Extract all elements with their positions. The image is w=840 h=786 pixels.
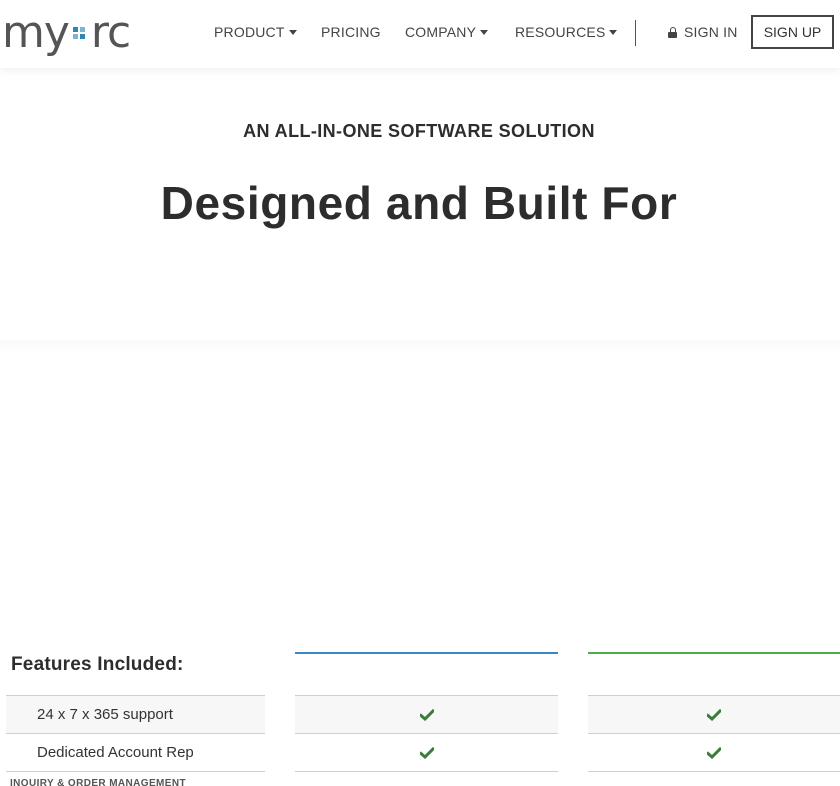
feature-section-header: INQUIRY & ORDER MANAGEMENT [6, 771, 265, 786]
plan-b-cell [588, 733, 840, 771]
logo-mark-icon [72, 27, 85, 39]
logo-text-right: rc [90, 7, 131, 58]
feature-label: Dedicated Account Rep [37, 744, 194, 761]
sign-in-link[interactable]: SIGN IN [668, 24, 738, 40]
check-icon [707, 708, 721, 721]
plan-a-top-border [295, 652, 558, 654]
feature-section-label: INQUIRY & ORDER MANAGEMENT [10, 778, 186, 786]
features-label-column: 24 x 7 x 365 support Dedicated Account R… [6, 695, 265, 786]
features-heading: Features Included: [11, 654, 184, 675]
nav-company[interactable]: COMPANY [405, 24, 489, 40]
nav-company-label: COMPANY [405, 24, 477, 40]
plan-b-top-border [588, 652, 840, 654]
check-icon [707, 746, 721, 759]
hero-eyebrow: AN ALL-IN-ONE SOFTWARE SOLUTION [243, 121, 595, 141]
plan-b-column [588, 695, 840, 786]
check-icon [419, 746, 434, 759]
site-header: my rc PRODUCT PRICING COMPANY RESOURCES … [0, 0, 840, 68]
nav-resources[interactable]: RESOURCES [515, 24, 618, 40]
plan-a-cell [295, 733, 558, 771]
plan-b-cell [588, 695, 840, 733]
nav-divider [635, 20, 636, 46]
caret-down-icon [480, 30, 489, 35]
plan-a-column [295, 695, 558, 786]
plan-a-cell [295, 695, 558, 733]
sign-up-label: SIGN UP [763, 24, 822, 40]
plan-a-section-cell [295, 771, 558, 786]
nav-product-label: PRODUCT [214, 24, 285, 40]
nav-pricing[interactable]: PRICING [321, 24, 381, 40]
lock-icon [668, 27, 677, 38]
feature-row: 24 x 7 x 365 support [6, 695, 265, 733]
check-icon [419, 708, 434, 721]
logo[interactable]: my rc [0, 8, 156, 58]
plan-b-section-cell [588, 771, 840, 786]
feature-row: Dedicated Account Rep [6, 733, 265, 771]
section-divider [0, 340, 840, 354]
nav-pricing-label: PRICING [321, 24, 381, 40]
caret-down-icon [609, 30, 618, 35]
feature-label: 24 x 7 x 365 support [37, 706, 173, 723]
sign-in-label: SIGN IN [684, 24, 738, 40]
hero-title: Designed and Built For [160, 177, 678, 229]
logo-text-left: my [2, 7, 70, 58]
caret-down-icon [288, 30, 297, 35]
sign-up-button[interactable]: SIGN UP [751, 15, 834, 49]
nav-product[interactable]: PRODUCT [214, 24, 297, 40]
nav-resources-label: RESOURCES [515, 24, 606, 40]
